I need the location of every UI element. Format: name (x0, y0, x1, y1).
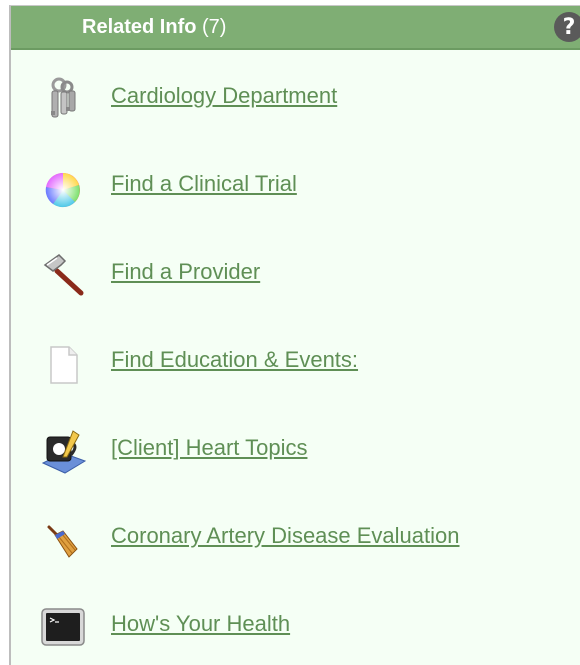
item-count: (7) (202, 15, 227, 38)
link-find-clinical-trial[interactable]: Find a Clinical Trial (111, 171, 297, 197)
list-item: Coronary Artery Disease Evaluation (11, 509, 571, 569)
list-item: Cardiology Department (11, 69, 571, 129)
list-item: Find a Provider (11, 245, 571, 305)
list-item: How's Your Health (11, 597, 571, 657)
hammer-icon (43, 254, 84, 296)
panel-title: Related Info (7) (82, 15, 227, 38)
list-item: Find a Clinical Trial (11, 157, 571, 217)
list-item: [Client] Heart Topics (11, 421, 571, 481)
link-cardiology-department[interactable]: Cardiology Department (111, 83, 337, 109)
broom-icon (47, 525, 78, 558)
keys-icon (51, 77, 76, 118)
link-hows-your-health[interactable]: How's Your Health (111, 611, 290, 637)
link-find-provider[interactable]: Find a Provider (111, 259, 260, 285)
related-info-panel: Related Info (7) ? Cardiology Department (9, 5, 580, 665)
link-coronary-artery-disease-evaluation[interactable]: Coronary Artery Disease Evaluation (111, 523, 460, 549)
panel-header: Related Info (7) ? (11, 6, 580, 50)
document-icon (50, 346, 78, 384)
help-icon[interactable]: ? (554, 12, 580, 42)
terminal-icon (41, 608, 85, 646)
script-editor-icon (41, 430, 87, 474)
link-client-heart-topics[interactable]: [Client] Heart Topics (111, 435, 307, 461)
list-item: Find Education & Events: (11, 333, 571, 393)
color-wheel-icon (45, 172, 80, 208)
link-find-education-events[interactable]: Find Education & Events: (111, 347, 358, 373)
